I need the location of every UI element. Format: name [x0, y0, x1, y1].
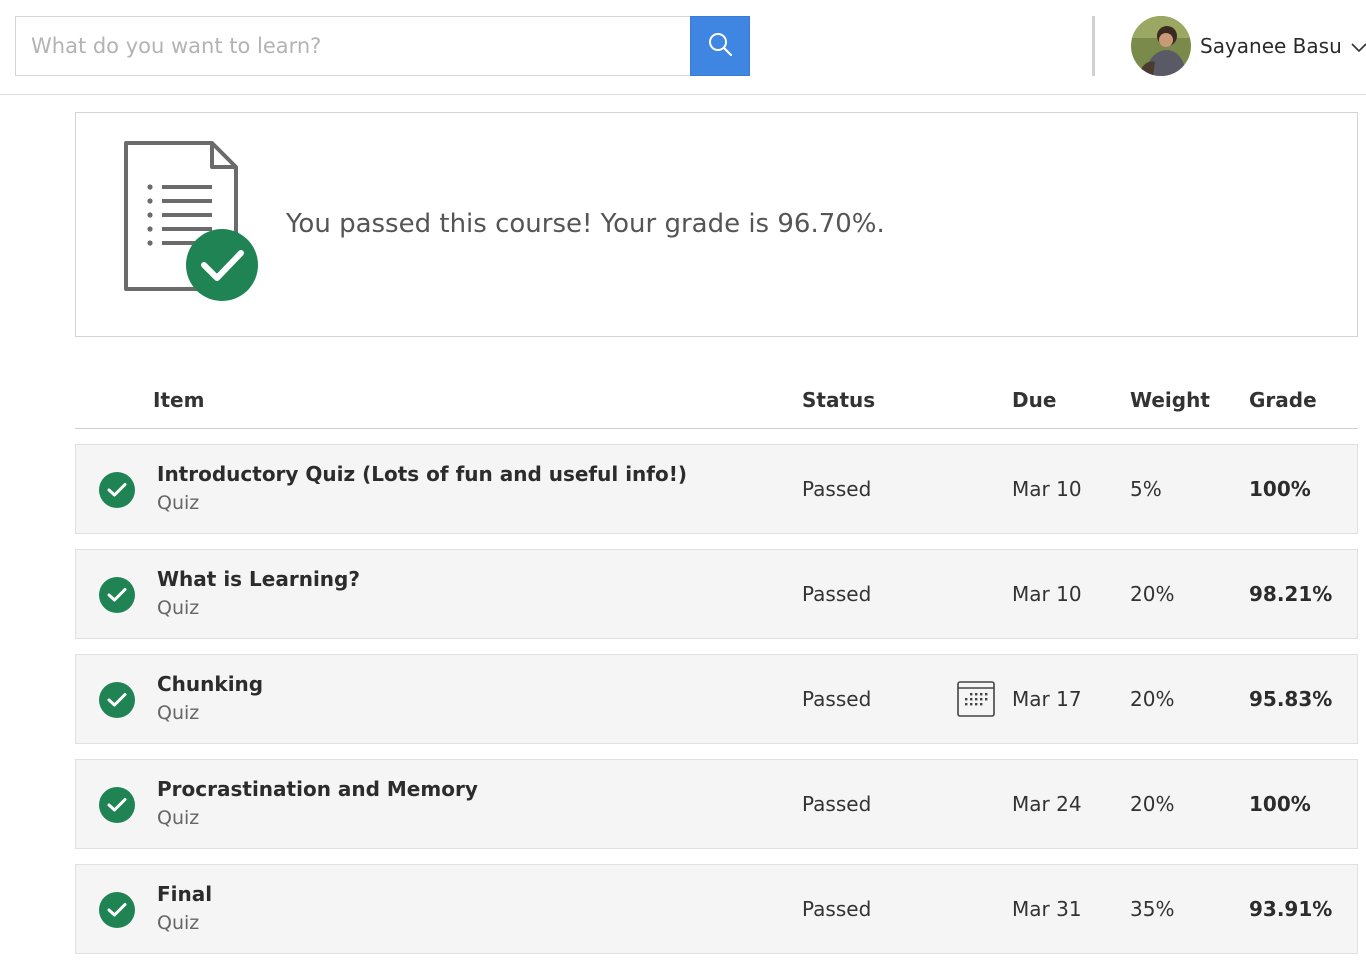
- item-title[interactable]: Chunking: [157, 672, 263, 696]
- table-row[interactable]: Introductory Quiz (Lots of fun and usefu…: [75, 444, 1358, 534]
- search-input[interactable]: [16, 17, 691, 75]
- item-status: Passed: [802, 897, 872, 921]
- user-name[interactable]: Sayanee Basu: [1200, 34, 1342, 58]
- check-circle-icon: [99, 472, 135, 508]
- item-type: Quiz: [157, 807, 200, 829]
- column-header-item: Item: [153, 388, 205, 412]
- course-result-banner: You passed this course! Your grade is 96…: [75, 112, 1358, 337]
- column-header-due: Due: [1012, 388, 1057, 412]
- item-due-date: Mar 10: [1012, 477, 1082, 501]
- table-row[interactable]: Chunking Quiz Passed Mar 17 20% 95.83%: [75, 654, 1358, 744]
- table-row[interactable]: Procrastination and Memory Quiz Passed M…: [75, 759, 1358, 849]
- search-box: [15, 16, 691, 76]
- item-due-date: Mar 24: [1012, 792, 1082, 816]
- table-row[interactable]: What is Learning? Quiz Passed Mar 10 20%…: [75, 549, 1358, 639]
- user-menu[interactable]: Sayanee Basu: [1131, 16, 1366, 76]
- item-weight: 5%: [1130, 477, 1162, 501]
- item-title[interactable]: Final: [157, 882, 212, 906]
- item-type: Quiz: [157, 597, 200, 619]
- item-grade: 95.83%: [1249, 687, 1333, 711]
- check-circle-icon: [99, 682, 135, 718]
- chevron-down-icon[interactable]: [1350, 38, 1366, 57]
- table-row[interactable]: Final Quiz Passed Mar 31 35% 93.91%: [75, 864, 1358, 954]
- item-type: Quiz: [157, 702, 200, 724]
- item-weight: 20%: [1130, 687, 1175, 711]
- check-circle-icon: [99, 892, 135, 928]
- item-due-date: Mar 17: [1012, 687, 1082, 711]
- item-weight: 20%: [1130, 792, 1175, 816]
- item-grade: 93.91%: [1249, 897, 1333, 921]
- item-due-date: Mar 31: [1012, 897, 1082, 921]
- item-status: Passed: [802, 792, 872, 816]
- item-weight: 35%: [1130, 897, 1175, 921]
- grades-table-header: Item Status Due Weight Grade: [75, 380, 1358, 429]
- top-header: Sayanee Basu: [0, 0, 1366, 95]
- calendar-icon[interactable]: [957, 681, 995, 721]
- item-type: Quiz: [157, 912, 200, 934]
- item-title[interactable]: Procrastination and Memory: [157, 777, 478, 801]
- item-title[interactable]: What is Learning?: [157, 567, 360, 591]
- column-header-status: Status: [802, 388, 876, 412]
- document-check-icon: [124, 141, 264, 310]
- item-weight: 20%: [1130, 582, 1175, 606]
- avatar[interactable]: [1131, 16, 1191, 76]
- grade-message: You passed this course! Your grade is 96…: [286, 209, 885, 239]
- check-circle-icon: [99, 577, 135, 613]
- item-due-date: Mar 10: [1012, 582, 1082, 606]
- item-status: Passed: [802, 477, 872, 501]
- item-status: Passed: [802, 687, 872, 711]
- header-divider: [1092, 16, 1095, 76]
- item-grade: 100%: [1249, 792, 1311, 816]
- item-type: Quiz: [157, 492, 200, 514]
- column-header-weight: Weight: [1130, 388, 1210, 412]
- search-icon: [707, 31, 733, 61]
- item-grade: 98.21%: [1249, 582, 1333, 606]
- item-status: Passed: [802, 582, 872, 606]
- item-title[interactable]: Introductory Quiz (Lots of fun and usefu…: [157, 462, 687, 486]
- search-button[interactable]: [690, 16, 750, 76]
- check-circle-icon: [99, 787, 135, 823]
- item-grade: 100%: [1249, 477, 1311, 501]
- column-header-grade: Grade: [1249, 388, 1317, 412]
